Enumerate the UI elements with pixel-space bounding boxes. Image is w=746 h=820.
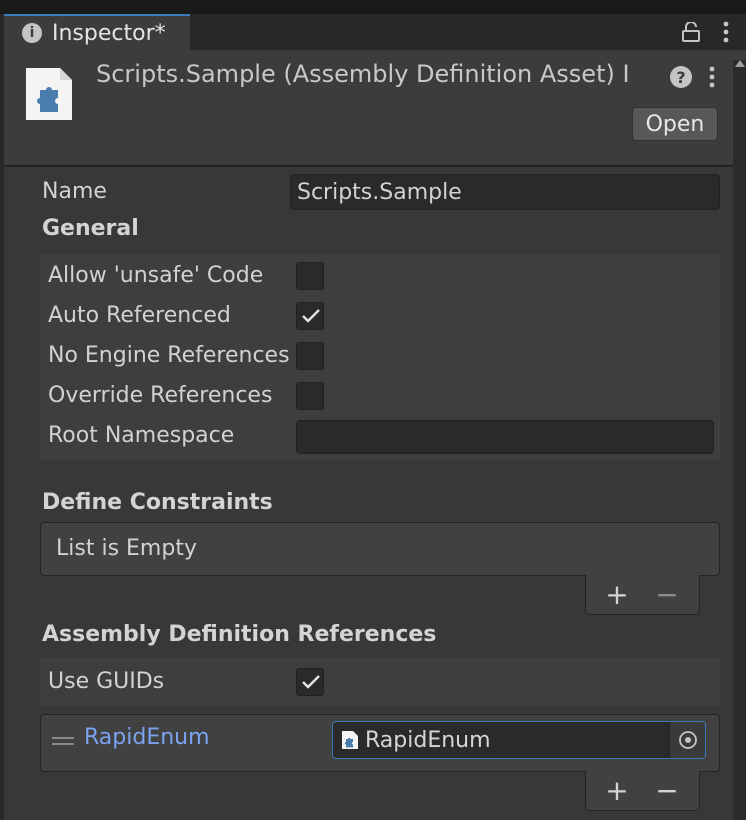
reference-object-field[interactable]: RapidEnum bbox=[332, 721, 706, 759]
assembly-definition-icon bbox=[26, 68, 72, 120]
add-reference-button[interactable]: + bbox=[602, 774, 632, 807]
list-empty-text: List is Empty bbox=[56, 536, 197, 561]
header-title: Scripts.Sample (Assembly Definition Asse… bbox=[96, 60, 630, 88]
no-engine-references-label: No Engine References bbox=[48, 343, 290, 368]
override-references-checkbox[interactable] bbox=[296, 382, 324, 410]
remove-constraint-button[interactable]: − bbox=[652, 578, 682, 611]
inspector-header: Scripts.Sample (Assembly Definition Asse… bbox=[4, 50, 746, 166]
auto-referenced-label: Auto Referenced bbox=[48, 303, 231, 328]
window-top-strip bbox=[0, 0, 746, 14]
assembly-definition-icon bbox=[342, 731, 358, 749]
root-namespace-label: Root Namespace bbox=[48, 423, 235, 448]
open-button[interactable]: Open bbox=[632, 107, 718, 141]
use-guids-label: Use GUIDs bbox=[48, 669, 165, 694]
drag-handle-icon[interactable] bbox=[52, 736, 74, 746]
no-engine-references-checkbox[interactable] bbox=[296, 342, 324, 370]
reference-item-label[interactable]: RapidEnum bbox=[84, 725, 210, 750]
auto-referenced-checkbox[interactable] bbox=[296, 302, 324, 330]
name-input[interactable]: Scripts.Sample bbox=[290, 174, 720, 210]
tab-inspector[interactable]: i Inspector* bbox=[4, 14, 190, 50]
general-heading: General bbox=[42, 216, 139, 241]
reference-object-value: RapidEnum bbox=[365, 727, 491, 753]
define-constraints-footer: + − bbox=[585, 575, 700, 615]
scroll-up-arrow-icon[interactable] bbox=[735, 60, 745, 67]
override-references-label: Override References bbox=[48, 383, 273, 408]
remove-reference-button[interactable]: − bbox=[652, 774, 682, 807]
header-menu-icon[interactable] bbox=[702, 64, 722, 90]
name-label: Name bbox=[42, 179, 107, 204]
allow-unsafe-label: Allow 'unsafe' Code bbox=[48, 263, 264, 288]
tab-menu-icon[interactable] bbox=[716, 20, 736, 44]
info-icon: i bbox=[22, 23, 42, 43]
define-constraints-heading: Define Constraints bbox=[42, 490, 273, 515]
object-picker-button[interactable] bbox=[669, 722, 705, 758]
scrollbar[interactable] bbox=[733, 60, 746, 820]
checkmark-icon bbox=[302, 309, 320, 323]
tab-title: Inspector* bbox=[52, 20, 166, 46]
allow-unsafe-checkbox[interactable] bbox=[296, 262, 324, 290]
assembly-references-footer: + − bbox=[585, 771, 700, 811]
lock-icon[interactable] bbox=[682, 22, 700, 42]
help-icon[interactable]: ? bbox=[670, 66, 692, 88]
add-constraint-button[interactable]: + bbox=[602, 578, 632, 611]
checkmark-icon bbox=[302, 675, 320, 689]
root-namespace-input[interactable] bbox=[296, 420, 714, 454]
assembly-references-heading: Assembly Definition References bbox=[42, 622, 437, 647]
use-guids-checkbox[interactable] bbox=[296, 668, 324, 696]
target-icon bbox=[678, 731, 697, 749]
define-constraints-list: List is Empty bbox=[40, 522, 720, 576]
